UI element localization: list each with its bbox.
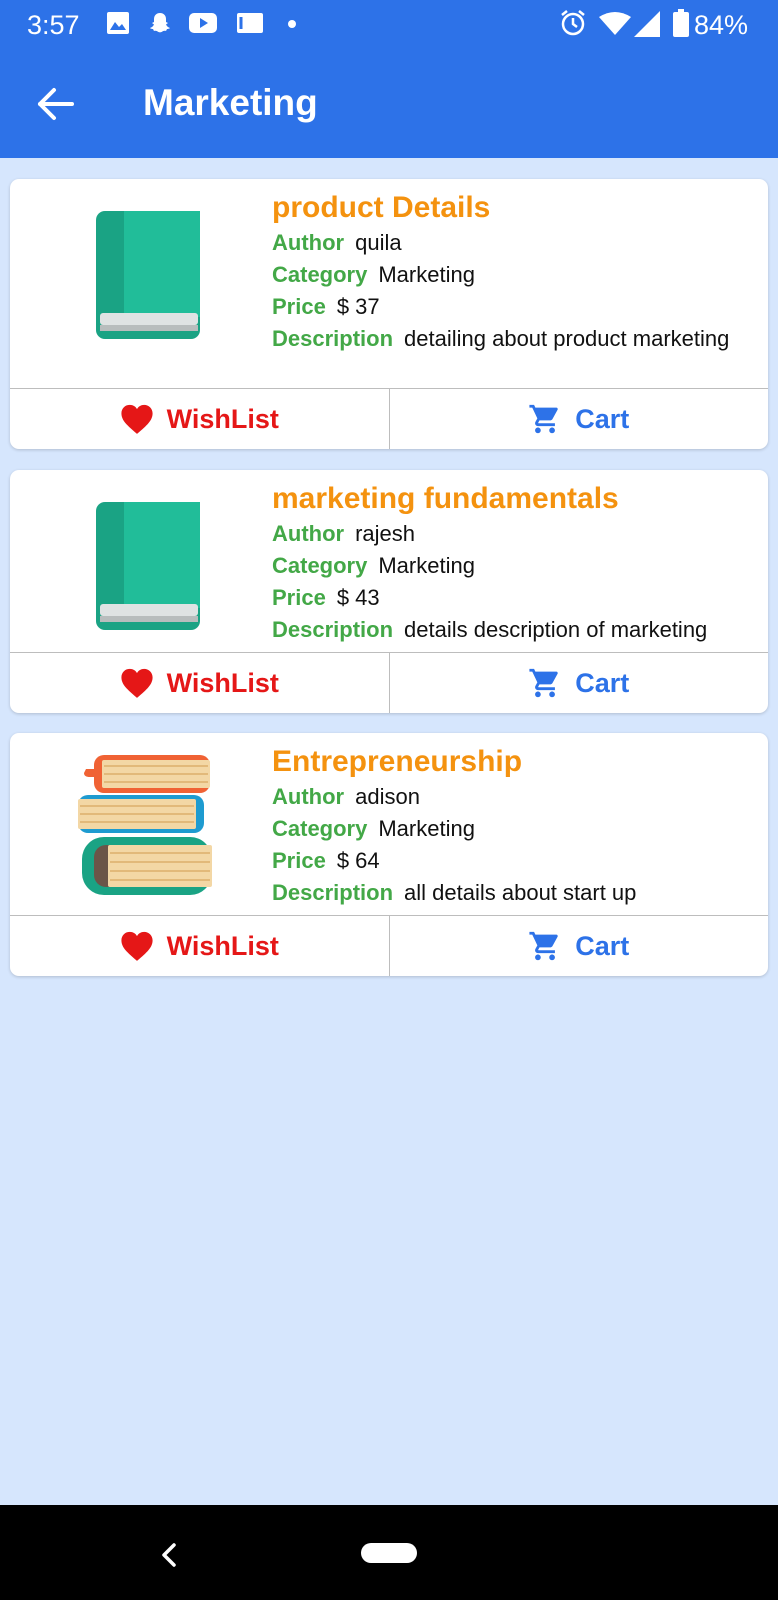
card-actions: WishList Cart [10,652,768,713]
price-value: $ 37 [336,294,380,319]
product-info: Entrepreneurship Author adison Category … [272,743,752,909]
cart-icon [529,668,558,698]
cart-button[interactable]: Cart [388,916,769,976]
author-label: Author [272,784,345,809]
price-value: $ 64 [336,848,380,873]
system-nav-bar [0,1505,778,1600]
category-value: Marketing [378,553,475,578]
product-title: marketing fundamentals [272,482,619,515]
cart-label: Cart [575,930,630,961]
wishlist-label: WishList [166,930,279,961]
nav-back-icon [162,1543,176,1567]
description-row: Description all details about start up [272,877,752,909]
category-value: Marketing [378,262,475,287]
page-title: Marketing [143,82,318,123]
price-row: Price $ 37 [272,291,752,323]
dot-icon [288,20,296,28]
price-label: Price [272,848,326,873]
gmail-icon [237,13,263,33]
battery-icon [673,9,689,37]
description-row: Description details description of marke… [272,614,752,646]
green-book-icon [96,211,200,339]
alarm-icon [561,10,585,36]
wishlist-button[interactable]: WishList [10,389,389,449]
heart-icon [121,404,153,434]
green-book-icon [96,502,200,630]
price-row: Price $ 64 [272,845,752,877]
youtube-icon [189,13,217,33]
product-info: product Details Author quila Category Ma… [272,189,752,355]
description-label: Description [272,326,394,351]
battery-percent: 84% [693,10,748,40]
price-label: Price [272,585,326,610]
description-row: Description detailing about product mark… [272,323,752,355]
category-label: Category [272,262,368,287]
category-row: Category Marketing [272,550,752,582]
category-label: Category [272,553,368,578]
cart-button[interactable]: Cart [388,653,769,713]
card-actions: WishList Cart [10,388,768,449]
snapchat-icon [150,13,170,33]
description-value: all details about start up [404,880,637,905]
description-label: Description [272,880,394,905]
product-info: marketing fundamentals Author rajesh Cat… [272,480,752,646]
cart-icon [529,404,558,434]
app-bar: Marketing [0,50,778,158]
author-row: Author adison [272,781,752,813]
card-actions: WishList Cart [10,915,768,976]
cart-label: Cart [575,403,630,434]
author-value: quila [355,230,402,255]
signal-icon [634,11,660,37]
price-value: $ 43 [336,585,380,610]
wishlist-label: WishList [166,403,279,434]
wishlist-button[interactable]: WishList [10,916,389,976]
product-card[interactable]: product Details Author quila Category Ma… [10,179,768,449]
author-label: Author [272,521,345,546]
wishlist-label: WishList [166,667,279,698]
category-row: Category Marketing [272,259,752,291]
heart-icon [121,931,153,961]
category-row: Category Marketing [272,813,752,845]
book-stack-icon [78,755,212,895]
author-value: rajesh [355,521,416,546]
heart-icon [121,668,153,698]
wishlist-button[interactable]: WishList [10,653,389,713]
price-row: Price $ 43 [272,582,752,614]
price-label: Price [272,294,326,319]
author-label: Author [272,230,345,255]
description-value: details description of marketing [404,617,708,642]
cart-label: Cart [575,667,630,698]
wifi-icon [599,12,631,35]
category-value: Marketing [378,816,475,841]
image-icon [107,12,129,34]
author-value: adison [355,784,420,809]
nav-back-button[interactable] [152,1537,188,1573]
author-row: Author rajesh [272,518,752,550]
product-card[interactable]: Entrepreneurship Author adison Category … [10,733,768,976]
cart-icon [529,931,558,961]
description-value: detailing about product marketing [404,326,730,351]
description-label: Description [272,617,394,642]
category-label: Category [272,816,368,841]
status-time: 3:57 [27,10,80,40]
home-pill-icon[interactable] [361,1543,417,1563]
author-row: Author quila [272,227,752,259]
status-bar: 3:57 84% [0,0,778,50]
product-title: product Details [272,191,491,224]
arrow-left-icon [38,88,74,120]
product-card[interactable]: marketing fundamentals Author rajesh Cat… [10,470,768,713]
back-button[interactable] [30,78,82,130]
cart-button[interactable]: Cart [388,389,769,449]
product-title: Entrepreneurship [272,745,523,778]
